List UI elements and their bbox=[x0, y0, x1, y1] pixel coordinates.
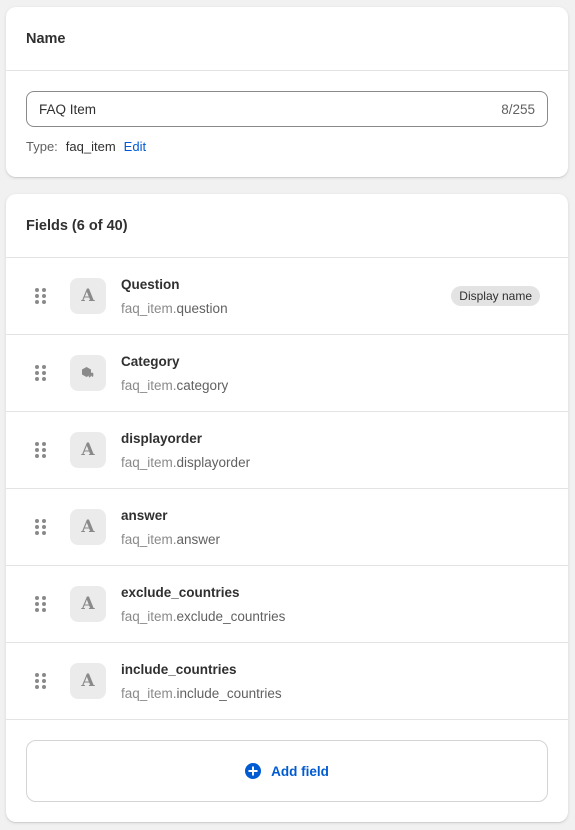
field-row-exclude-countries[interactable]: A exclude_countries faq_item.exclude_cou… bbox=[6, 566, 568, 643]
character-count: 8/255 bbox=[501, 101, 535, 117]
field-key-prefix: faq_item. bbox=[121, 378, 177, 393]
name-input[interactable] bbox=[39, 101, 502, 117]
drag-handle-icon[interactable] bbox=[35, 596, 47, 612]
text-icon: A bbox=[70, 586, 106, 622]
field-key: faq_item.category bbox=[121, 377, 228, 395]
field-key-suffix: displayorder bbox=[176, 455, 251, 470]
field-title: exclude_countries bbox=[121, 585, 240, 600]
drag-handle-icon[interactable] bbox=[35, 673, 47, 689]
drag-handle-icon[interactable] bbox=[35, 288, 47, 304]
name-card-title: Name bbox=[6, 7, 568, 71]
edit-type-link[interactable]: Edit bbox=[124, 139, 146, 154]
type-value: faq_item bbox=[65, 139, 116, 154]
text-icon: A bbox=[70, 509, 106, 545]
field-row-category[interactable]: Category faq_item.category bbox=[6, 335, 568, 412]
field-key-suffix: exclude_countries bbox=[176, 609, 286, 624]
add-field-label: Add field bbox=[271, 763, 329, 779]
field-key: faq_item.displayorder bbox=[121, 454, 250, 472]
field-title: Question bbox=[121, 277, 180, 292]
field-row-displayorder[interactable]: A displayorder faq_item.displayorder bbox=[6, 412, 568, 489]
display-name-badge: Display name bbox=[451, 286, 540, 306]
field-key-prefix: faq_item. bbox=[121, 609, 177, 624]
add-field-button[interactable]: Add field bbox=[26, 740, 548, 802]
plus-circle-icon bbox=[245, 763, 262, 779]
field-title: include_countries bbox=[121, 662, 237, 677]
field-key: faq_item.exclude_countries bbox=[121, 608, 285, 626]
drag-handle-icon[interactable] bbox=[35, 442, 47, 458]
field-key-suffix: question bbox=[176, 301, 228, 316]
field-key-prefix: faq_item. bbox=[121, 532, 177, 547]
name-field[interactable]: 8/255 bbox=[26, 91, 548, 127]
field-key-suffix: category bbox=[176, 378, 229, 393]
drag-handle-icon[interactable] bbox=[35, 365, 47, 381]
field-key-prefix: faq_item. bbox=[121, 455, 177, 470]
field-key: faq_item.answer bbox=[121, 531, 220, 549]
fields-card-title: Fields (6 of 40) bbox=[6, 194, 568, 258]
field-key-suffix: include_countries bbox=[176, 686, 282, 701]
type-label: Type: bbox=[26, 139, 58, 154]
field-title: answer bbox=[121, 508, 168, 523]
field-row-question[interactable]: A Question faq_item.question Display nam… bbox=[6, 258, 568, 335]
field-key-prefix: faq_item. bbox=[121, 686, 177, 701]
text-icon: A bbox=[70, 278, 106, 314]
field-key-suffix: answer bbox=[176, 532, 221, 547]
text-icon: A bbox=[70, 663, 106, 699]
type-row: Type: faq_item Edit bbox=[26, 139, 548, 154]
name-card: Name 8/255 Type: faq_item Edit bbox=[6, 7, 568, 177]
field-key-prefix: faq_item. bbox=[121, 301, 177, 316]
field-key: faq_item.question bbox=[121, 300, 228, 318]
field-row-answer[interactable]: A answer faq_item.answer bbox=[6, 489, 568, 566]
field-title: Category bbox=[121, 354, 180, 369]
text-icon: A bbox=[70, 432, 106, 468]
fields-card: Fields (6 of 40) A Question faq_item.que… bbox=[6, 194, 568, 822]
drag-handle-icon[interactable] bbox=[35, 519, 47, 535]
field-row-include-countries[interactable]: A include_countries faq_item.include_cou… bbox=[6, 643, 568, 720]
field-title: displayorder bbox=[121, 431, 203, 446]
metaobject-reference-icon bbox=[70, 355, 106, 391]
field-key: faq_item.include_countries bbox=[121, 685, 282, 703]
